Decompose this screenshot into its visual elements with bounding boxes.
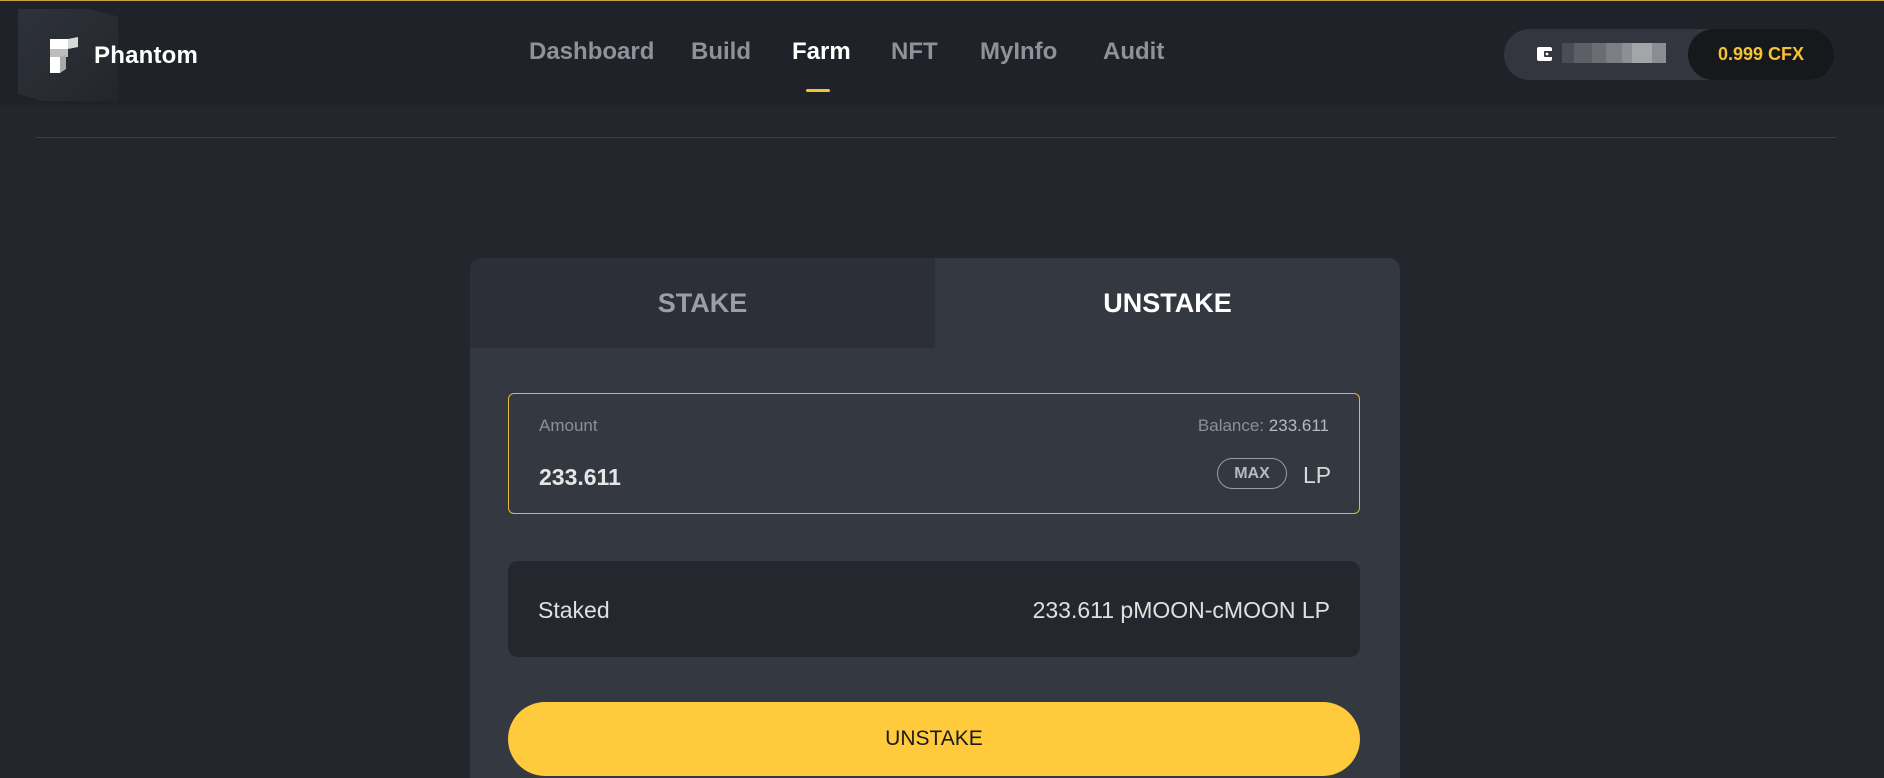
- wallet-icon: [1537, 47, 1553, 61]
- tab-stake[interactable]: STAKE: [470, 258, 935, 348]
- balance-value: 233.611: [1268, 416, 1329, 435]
- active-nav-indicator: [806, 89, 830, 92]
- amount-input-group: Amount Balance: 233.611 MAX LP: [508, 393, 1360, 514]
- header-divider: [36, 137, 1836, 138]
- staked-summary: Staked 233.611 pMOON-cMOON LP: [508, 561, 1360, 657]
- stake-card: STAKE UNSTAKE Amount Balance: 233.611 MA…: [470, 258, 1400, 778]
- amount-label: Amount: [539, 416, 598, 435]
- balance-prefix: Balance:: [1197, 416, 1269, 435]
- amount-input[interactable]: [539, 464, 1039, 491]
- wallet-address-redacted: [1562, 43, 1672, 65]
- max-button[interactable]: MAX: [1217, 458, 1287, 489]
- nav-item-nft[interactable]: NFT: [891, 38, 938, 66]
- amount-unit: LP: [1303, 462, 1332, 488]
- balance-label: Balance: 233.611: [1198, 416, 1329, 436]
- cfx-balance-badge: 0.999 CFX: [1688, 29, 1834, 80]
- tab-unstake[interactable]: UNSTAKE: [935, 258, 1400, 348]
- staked-value: 233.611 pMOON-cMOON LP: [1032, 597, 1330, 623]
- nav-item-farm[interactable]: Farm: [792, 38, 851, 66]
- staked-label: Staked: [538, 597, 610, 623]
- nav-item-myinfo[interactable]: MyInfo: [980, 38, 1057, 66]
- nav-item-build[interactable]: Build: [691, 38, 751, 66]
- nav-item-audit[interactable]: Audit: [1103, 38, 1164, 66]
- nav-item-dashboard[interactable]: Dashboard: [529, 38, 654, 66]
- unstake-button[interactable]: UNSTAKE: [508, 702, 1360, 776]
